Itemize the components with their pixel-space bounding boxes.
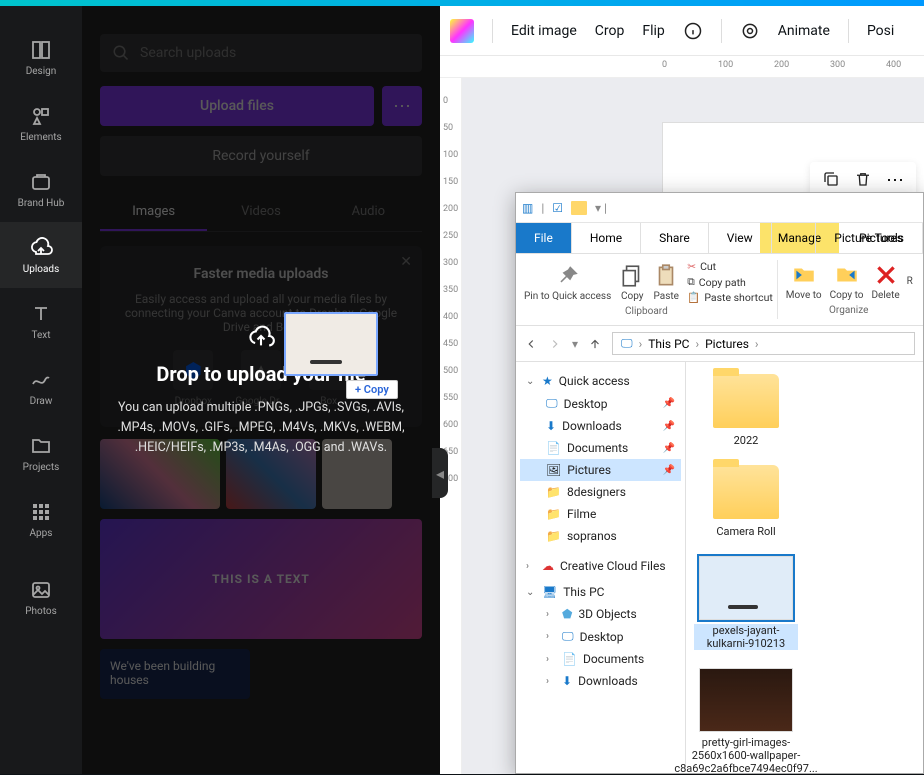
move-to-button[interactable]: Move to <box>782 260 826 303</box>
sidebar-label: Elements <box>20 132 61 143</box>
image-thumbnail <box>699 668 793 732</box>
edit-image-button[interactable]: Edit image <box>511 23 577 39</box>
path-input[interactable]: 🖵 › This PC › Pictures › <box>612 332 915 355</box>
file-icon: ▥ <box>522 201 533 215</box>
folder-2022[interactable]: 2022 <box>694 374 798 447</box>
sidebar-label: Uploads <box>23 264 59 275</box>
paste-button[interactable]: Paste <box>649 260 683 304</box>
sidebar-item-text[interactable]: Text <box>0 288 82 354</box>
tree-pictures[interactable]: 🖼Pictures📌 <box>520 459 681 481</box>
upload-cloud-icon <box>247 322 275 350</box>
drop-description: You can upload multiple .PNGs, .JPGs, .S… <box>102 398 420 458</box>
color-picker-button[interactable] <box>450 19 474 43</box>
tree-desktop2[interactable]: ›🖵Desktop <box>520 625 681 648</box>
editor-toolbar: Edit image Crop Flip Animate Posi <box>440 6 924 56</box>
sidebar-item-brandhub[interactable]: Brand Hub <box>0 156 82 222</box>
tree-downloads[interactable]: ⬇Downloads📌 <box>520 415 681 437</box>
up-icon[interactable] <box>588 337 602 351</box>
copy-to-button[interactable]: Copy to <box>826 260 868 303</box>
tree-downloads2[interactable]: ›⬇Downloads <box>520 670 681 692</box>
home-tab[interactable]: Home <box>572 223 641 253</box>
sidebar-label: Apps <box>30 528 53 539</box>
sidebar-label: Photos <box>25 606 57 617</box>
info-icon[interactable] <box>683 21 703 41</box>
file-explorer-window: ▥ | ☑ ▾ | Manage Pictures File Home Shar… <box>515 192 924 774</box>
delete-button[interactable]: Delete <box>867 260 903 303</box>
tree-desktop[interactable]: 🖵Desktop📌 <box>520 392 681 415</box>
copy-path-button[interactable]: ⧉Copy path <box>687 275 773 289</box>
sidebar-item-design[interactable]: Design <box>0 24 82 90</box>
tree-documents[interactable]: 📄Documents📌 <box>520 437 681 459</box>
tree-documents2[interactable]: ›📄Documents <box>520 648 681 670</box>
ribbon: Pin to Quick access Copy Paste ✂Cut ⧉Cop… <box>516 254 923 326</box>
position-button[interactable]: Posi <box>867 23 894 39</box>
file-pexels-image[interactable]: pexels-jayant-kulkarni-910213 <box>694 556 798 650</box>
monitor-icon: 🖵 <box>621 336 633 351</box>
file-tab[interactable]: File <box>516 223 572 253</box>
sidebar-label: Brand Hub <box>18 198 65 209</box>
tree-filme[interactable]: 📁Filme <box>520 503 681 525</box>
duplicate-icon[interactable] <box>822 170 840 188</box>
copy-button[interactable]: Copy <box>615 260 649 304</box>
tree-quick-access[interactable]: ⌄★Quick access <box>520 370 681 392</box>
drag-preview-thumbnail <box>284 312 378 376</box>
forward-icon[interactable] <box>548 337 562 351</box>
tree-this-pc[interactable]: ⌄🖥This PC <box>520 581 681 603</box>
flip-button[interactable]: Flip <box>642 23 664 39</box>
tree-3d-objects[interactable]: ›⬟3D Objects <box>520 603 681 625</box>
left-sidebar: Design Elements Brand Hub Uploads Text D… <box>0 6 82 774</box>
copy-badge: + Copy <box>346 380 398 399</box>
tree-creative-cloud[interactable]: ›☁Creative Cloud Files <box>520 555 681 577</box>
file-list: 2022 Camera Roll pexels-jayant-kulkarni-… <box>686 362 923 772</box>
trash-icon[interactable] <box>854 170 872 188</box>
view-tab[interactable]: View <box>709 223 772 253</box>
tree-sopranos[interactable]: 📁sopranos <box>520 525 681 547</box>
animate-button[interactable]: Animate <box>778 23 830 39</box>
sidebar-label: Projects <box>23 462 60 473</box>
pin-button[interactable]: Pin to Quick access <box>520 260 615 304</box>
cut-button[interactable]: ✂Cut <box>687 260 773 273</box>
more-icon[interactable]: ⋯ <box>886 170 904 191</box>
folder-icon <box>713 374 779 428</box>
folder-tree: ⌄★Quick access 🖵Desktop📌 ⬇Downloads📌 📄Do… <box>516 362 686 772</box>
folder-icon <box>571 201 587 215</box>
picture-tools-tab[interactable]: Picture Tools <box>815 223 923 253</box>
ruler-vertical: 0 50 100 150 200 250 300 350 400 450 500… <box>440 78 462 774</box>
crop-button[interactable]: Crop <box>595 23 625 39</box>
sidebar-item-photos[interactable]: Photos <box>0 564 82 630</box>
breadcrumb: ▾ 🖵 › This PC › Pictures › <box>516 326 923 362</box>
sidebar-item-elements[interactable]: Elements <box>0 90 82 156</box>
sidebar-label: Draw <box>30 396 53 407</box>
checkbox-icon: ☑ <box>552 201 563 215</box>
sidebar-item-projects[interactable]: Projects <box>0 420 82 486</box>
sidebar-item-uploads[interactable]: Uploads <box>0 222 82 288</box>
explorer-titlebar[interactable]: ▥ | ☑ ▾ | <box>516 193 923 223</box>
paste-shortcut-button[interactable]: 📋Paste shortcut <box>687 291 773 304</box>
sidebar-item-apps[interactable]: Apps <box>0 486 82 552</box>
back-icon[interactable] <box>524 337 538 351</box>
folder-camera-roll[interactable]: Camera Roll <box>694 465 798 538</box>
panel-collapse-button[interactable]: ◂ <box>432 448 448 498</box>
image-thumbnail <box>699 556 793 620</box>
folder-icon <box>713 465 779 519</box>
share-tab[interactable]: Share <box>641 223 709 253</box>
sidebar-label: Text <box>31 330 50 341</box>
sidebar-item-draw[interactable]: Draw <box>0 354 82 420</box>
tree-8designers[interactable]: 📁8designers <box>520 481 681 503</box>
animate-icon <box>740 21 760 41</box>
sidebar-label: Design <box>26 66 57 77</box>
file-pretty-girl-image[interactable]: pretty-girl-images-2560x1600-wallpaper-c… <box>694 668 798 775</box>
rename-button[interactable]: R <box>904 260 916 303</box>
ruler-horizontal: 0 100 200 300 400 <box>440 56 924 78</box>
